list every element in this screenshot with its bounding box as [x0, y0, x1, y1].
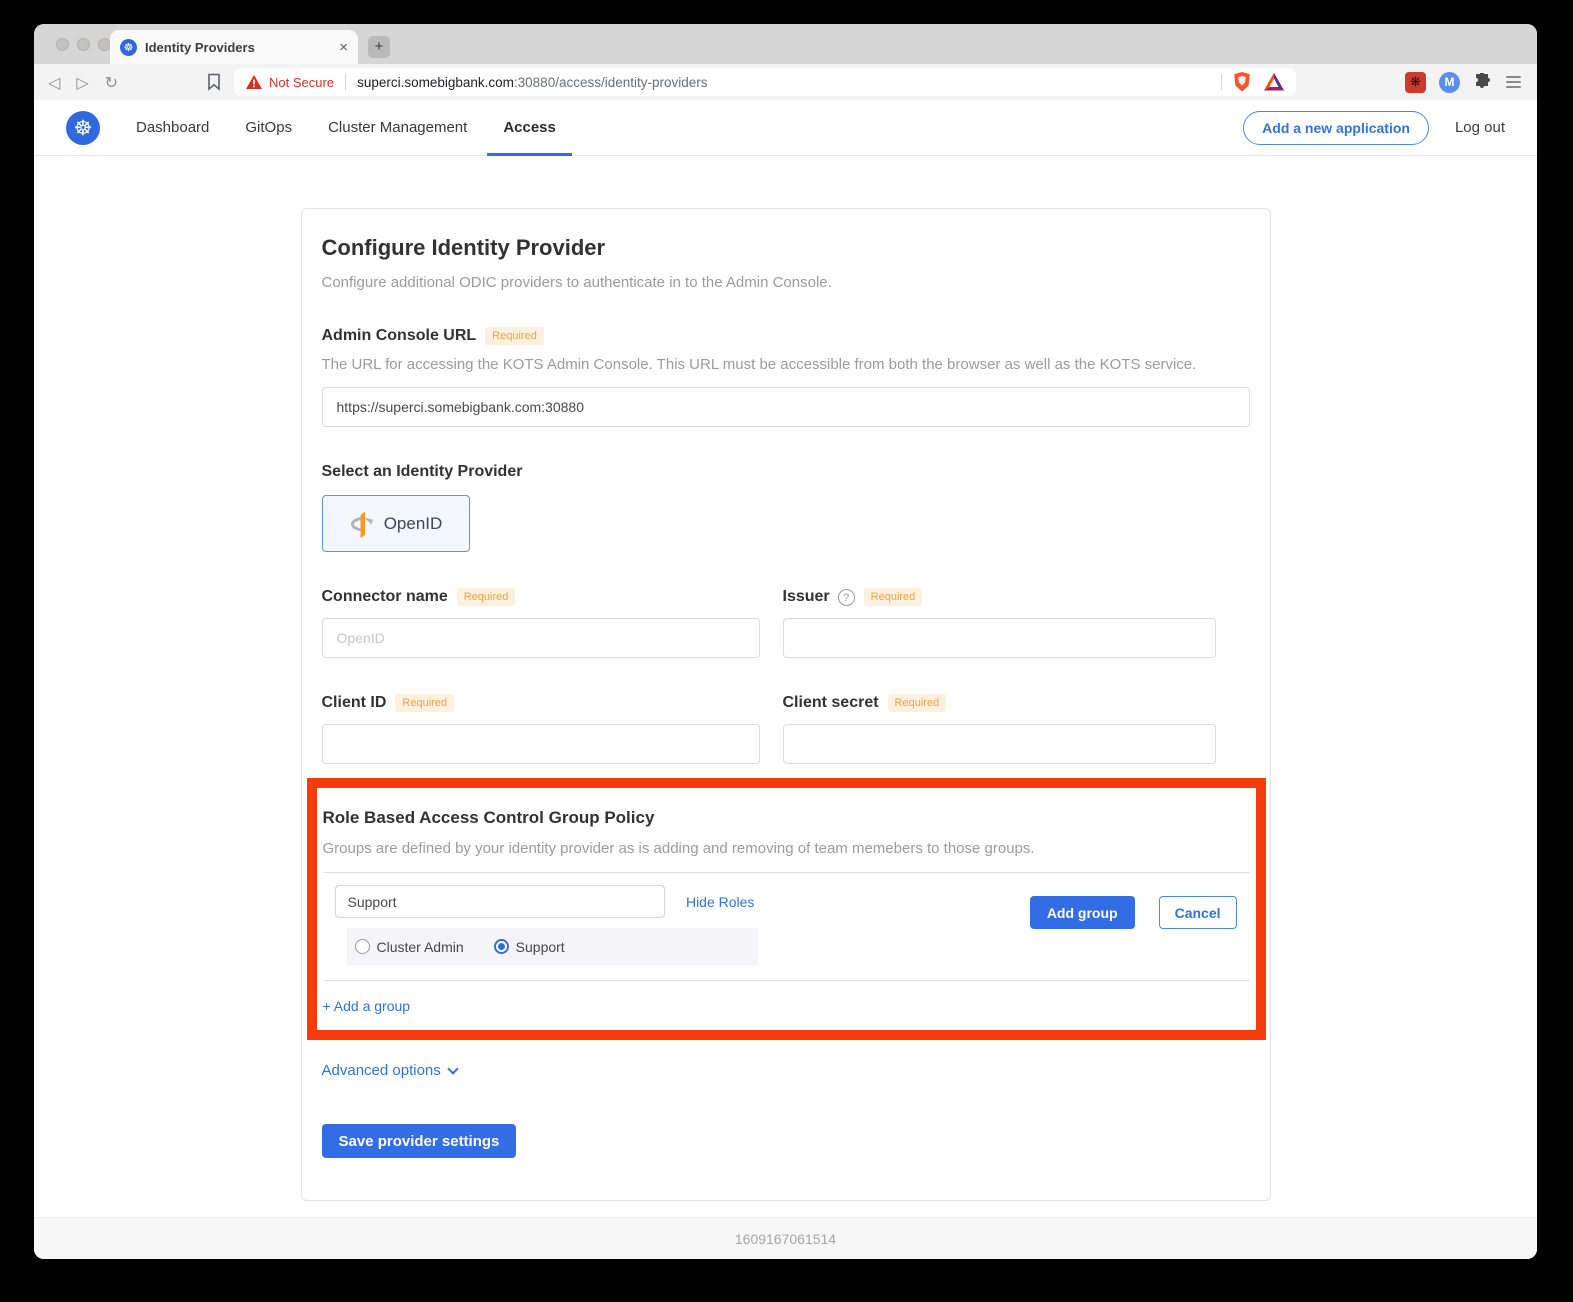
extension-red-icon[interactable]: ❋ — [1405, 72, 1426, 93]
radio-unchecked-icon[interactable] — [355, 939, 370, 954]
rbac-highlight-box: Role Based Access Control Group Policy G… — [307, 778, 1266, 1040]
brave-shield-icon[interactable] — [1233, 72, 1251, 92]
role-option-support[interactable]: Support — [494, 939, 565, 955]
issuer-help-icon[interactable]: ? — [838, 589, 855, 606]
required-badge: Required — [485, 327, 544, 345]
browser-toolbar: ◁ ▷ ↻ Not Secure superci.somebigbank.com… — [34, 64, 1537, 100]
window-controls[interactable] — [56, 38, 111, 51]
url-bar[interactable]: Not Secure superci.somebigbank.com:30880… — [234, 68, 1296, 96]
minimize-window-button[interactable] — [77, 38, 90, 51]
client-id-label-row: Client ID Required — [322, 694, 760, 712]
add-group-button[interactable]: Add group — [1030, 896, 1135, 929]
profile-avatar[interactable]: M — [1439, 72, 1460, 93]
admin-console-url-input[interactable] — [322, 387, 1250, 427]
kubernetes-logo-icon: ☸ — [66, 111, 100, 145]
client-credentials-row: Client ID Required Client secret Require… — [322, 694, 1250, 764]
extension-icons: ❋ M — [1405, 72, 1523, 93]
add-new-application-button[interactable]: Add a new application — [1243, 111, 1429, 145]
role-label: Cluster Admin — [377, 939, 464, 955]
nav-item-cluster-management[interactable]: Cluster Management — [328, 100, 467, 156]
issuer-label: Issuer — [783, 588, 830, 606]
add-a-group-link[interactable]: + Add a group — [323, 998, 411, 1014]
required-badge: Required — [864, 588, 923, 606]
identity-provider-card: Configure Identity Provider Configure ad… — [301, 208, 1271, 1201]
hide-roles-link[interactable]: Hide Roles — [686, 894, 754, 910]
url-divider — [345, 74, 346, 90]
kubernetes-favicon-icon: ☸ — [120, 39, 137, 56]
openid-provider-option[interactable]: OpenID — [322, 495, 470, 552]
reload-icon[interactable]: ↻ — [105, 73, 118, 92]
forward-icon[interactable]: ▷ — [76, 73, 88, 92]
main-content: Configure Identity Provider Configure ad… — [34, 156, 1537, 1217]
required-badge: Required — [395, 694, 454, 712]
role-option-cluster-admin[interactable]: Cluster Admin — [355, 939, 464, 955]
page-title: Configure Identity Provider — [322, 235, 1250, 261]
cancel-button[interactable]: Cancel — [1159, 896, 1237, 929]
connector-name-label: Connector name — [322, 588, 448, 606]
close-tab-icon[interactable]: × — [339, 39, 348, 56]
tab-strip: ☸ Identity Providers × + — [34, 24, 1537, 64]
close-window-button[interactable] — [56, 38, 69, 51]
url-path: :30880/access/identity-providers — [514, 75, 708, 90]
app-navbar: ☸ Dashboard GitOps Cluster Management Ac… — [34, 100, 1537, 156]
client-secret-input[interactable] — [783, 724, 1216, 764]
nav-item-dashboard[interactable]: Dashboard — [136, 100, 209, 156]
client-id-label: Client ID — [322, 694, 387, 712]
connector-name-input[interactable] — [322, 618, 760, 658]
client-secret-label: Client secret — [783, 694, 879, 712]
bookmark-icon[interactable] — [206, 73, 222, 91]
client-id-input[interactable] — [322, 724, 760, 764]
connector-issuer-row: Connector name Required Issuer ? Require… — [322, 588, 1250, 658]
advanced-options-link[interactable]: Advanced options — [322, 1062, 457, 1079]
radio-checked-icon[interactable] — [494, 939, 509, 954]
warning-triangle-icon — [246, 75, 262, 89]
browser-window: ☸ Identity Providers × + ◁ ▷ ↻ Not Secur… — [34, 24, 1537, 1259]
nav-item-gitops[interactable]: GitOps — [245, 100, 292, 156]
browser-menu-icon[interactable] — [1504, 74, 1523, 90]
tab-title: Identity Providers — [145, 40, 333, 55]
admin-console-url-label-row: Admin Console URL Required — [322, 327, 1250, 345]
required-badge: Required — [457, 588, 516, 606]
client-secret-label-row: Client secret Required — [783, 694, 1216, 712]
required-badge: Required — [888, 694, 947, 712]
group-editor: Hide Roles Add group Cancel Cluster Admi… — [323, 873, 1250, 965]
logout-link[interactable]: Log out — [1455, 119, 1505, 136]
role-radio-group: Cluster Admin Support — [347, 928, 758, 965]
rbac-title: Role Based Access Control Group Policy — [323, 808, 1250, 828]
url-domain: superci.somebigbank.com — [357, 75, 514, 90]
footer-timestamp: 1609167061514 — [735, 1231, 836, 1247]
extensions-puzzle-icon[interactable] — [1473, 73, 1491, 91]
openid-provider-label: OpenID — [384, 514, 443, 534]
role-label: Support — [516, 939, 565, 955]
select-provider-label-row: Select an Identity Provider — [322, 463, 1250, 481]
new-tab-button[interactable]: + — [368, 36, 390, 58]
rbac-divider-bottom — [323, 980, 1250, 981]
browser-tab[interactable]: ☸ Identity Providers × — [110, 30, 358, 64]
issuer-label-row: Issuer ? Required — [783, 588, 1216, 606]
group-name-input[interactable] — [335, 885, 665, 918]
rbac-description: Groups are defined by your identity prov… — [323, 840, 1250, 857]
bat-rewards-icon[interactable] — [1264, 73, 1284, 91]
group-editor-buttons: Add group Cancel — [1030, 896, 1237, 929]
chevron-down-icon — [447, 1063, 458, 1074]
app-footer: 1609167061514 — [34, 1217, 1537, 1259]
not-secure-label: Not Secure — [269, 75, 334, 90]
admin-console-url-help: The URL for accessing the KOTS Admin Con… — [322, 356, 1250, 373]
nav-item-access[interactable]: Access — [503, 100, 556, 156]
save-provider-settings-button[interactable]: Save provider settings — [322, 1124, 517, 1158]
connector-name-label-row: Connector name Required — [322, 588, 760, 606]
advanced-options-label: Advanced options — [322, 1062, 441, 1079]
admin-console-url-label: Admin Console URL — [322, 327, 477, 345]
url-divider-right — [1221, 74, 1222, 90]
back-icon[interactable]: ◁ — [48, 73, 60, 92]
issuer-input[interactable] — [783, 618, 1216, 658]
openid-logo-icon — [349, 509, 375, 539]
page-subtitle: Configure additional ODIC providers to a… — [322, 274, 1250, 291]
select-provider-label: Select an Identity Provider — [322, 463, 523, 481]
